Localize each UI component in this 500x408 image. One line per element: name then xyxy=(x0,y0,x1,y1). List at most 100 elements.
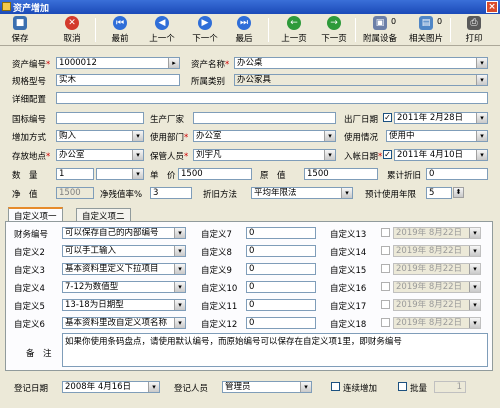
chevron-down-icon[interactable]: ▾ xyxy=(174,228,185,238)
asset-no-label: 资产编号* xyxy=(12,60,51,70)
custom-select-2[interactable]: 可以手工输入 ▾ xyxy=(62,245,186,257)
accum-input[interactable]: 0 xyxy=(426,168,488,180)
cancel-button[interactable]: ✕ 取消 xyxy=(60,16,84,44)
prev-record-button[interactable]: ◀ 上一个 xyxy=(147,16,177,44)
custom-date-15[interactable]: 2019年 8月22日 ▾ xyxy=(393,263,481,275)
custom-date-16[interactable]: 2019年 8月22日 ▾ xyxy=(393,281,481,293)
chevron-down-icon[interactable]: ▾ xyxy=(476,58,487,68)
tab-custom-2[interactable]: 自定义项二 xyxy=(76,208,131,222)
print-button[interactable]: ⎙ 打印 xyxy=(462,16,486,44)
next-page-button[interactable]: → 下一页 xyxy=(319,16,349,44)
keeper-select[interactable]: 刘宇凡 ▾ xyxy=(193,149,336,161)
first-record-button[interactable]: ⏮ 最前 xyxy=(108,16,132,44)
chevron-down-icon[interactable]: ▾ xyxy=(469,246,480,256)
chevron-down-icon[interactable]: ▾ xyxy=(132,150,143,160)
close-button[interactable]: × xyxy=(486,1,498,13)
location-label: 存放地点* xyxy=(12,152,51,162)
custom-date-13[interactable]: 2019年 8月22日 ▾ xyxy=(393,227,481,239)
location-select[interactable]: 办公室 ▾ xyxy=(56,149,144,161)
custom-select-1[interactable]: 可以保存自己的内部编号 ▾ xyxy=(62,227,186,239)
entry-date-checkbox[interactable]: ✓ xyxy=(383,150,392,159)
unit-select[interactable]: ▾ xyxy=(96,168,144,180)
continuous-add-checkbox[interactable] xyxy=(331,382,340,391)
custom-input-10[interactable]: 0 xyxy=(246,281,316,293)
custom-input-9[interactable]: 0 xyxy=(246,263,316,275)
save-button[interactable]: ■ 保存 xyxy=(8,16,32,44)
maker-input[interactable] xyxy=(193,112,336,124)
entry-date-picker[interactable]: 2011年 4月10日 ▾ xyxy=(394,149,488,161)
chevron-down-icon[interactable]: ▾ xyxy=(174,264,185,274)
custom-date-17[interactable]: 2019年 8月22日 ▾ xyxy=(393,299,481,311)
chevron-down-icon[interactable]: ▾ xyxy=(476,113,487,123)
reg-user-select[interactable]: 管理员 ▾ xyxy=(222,381,312,393)
chevron-down-icon[interactable]: ▾ xyxy=(469,228,480,238)
first-icon: ⏮ xyxy=(113,16,127,30)
prev-page-button[interactable]: ← 上一页 xyxy=(279,16,309,44)
custom-select-4[interactable]: 7-12为数值型 ▾ xyxy=(62,281,186,293)
chevron-right-icon[interactable]: ▸ xyxy=(168,58,179,68)
custom-date-checkbox-18[interactable] xyxy=(381,318,390,327)
net-input[interactable]: 1500 xyxy=(56,187,94,199)
toolbar: ■ 保存 ✕ 取消 ⏮ 最前 ◀ 上一个 ▶ 下一个 ⏭ 最后 ← 上一页 → … xyxy=(0,14,500,46)
chevron-down-icon[interactable]: ▾ xyxy=(324,150,335,160)
years-input[interactable]: 5 xyxy=(426,187,452,199)
chevron-down-icon[interactable]: ▾ xyxy=(324,131,335,141)
custom-date-checkbox-15[interactable] xyxy=(381,264,390,273)
chevron-down-icon[interactable]: ▾ xyxy=(174,318,185,328)
asset-no-input[interactable]: 1000012 ▸ xyxy=(56,57,180,69)
category-select[interactable]: 办公家具 ▾ xyxy=(234,74,488,86)
related-photos-button[interactable]: ▤ 0 相关图片 xyxy=(406,16,446,44)
custom-select-5[interactable]: 13-18为日期型 ▾ xyxy=(62,299,186,311)
chevron-down-icon[interactable]: ▾ xyxy=(341,188,352,198)
remark-textarea[interactable]: 如果你使用条码盘点，请使用默认编号，而原始编号可以保存在自定义项1里，即财务编号 xyxy=(62,333,488,367)
chevron-down-icon[interactable]: ▾ xyxy=(174,300,185,310)
custom-select-6[interactable]: 基本资料里改自定义项名称 ▾ xyxy=(62,317,186,329)
custom-input-11[interactable]: 0 xyxy=(246,299,316,311)
batch-checkbox[interactable] xyxy=(398,382,407,391)
method-select[interactable]: 平均年限法 ▾ xyxy=(251,187,353,199)
price-input[interactable]: 1500 xyxy=(178,168,252,180)
spec-input[interactable]: 实木 xyxy=(56,74,180,86)
chevron-down-icon[interactable]: ▾ xyxy=(469,318,480,328)
chevron-down-icon[interactable]: ▾ xyxy=(469,300,480,310)
mfg-date-picker[interactable]: 2011年 2月28日 ▾ xyxy=(394,112,488,124)
chevron-down-icon[interactable]: ▾ xyxy=(469,282,480,292)
chevron-down-icon[interactable]: ▾ xyxy=(300,382,311,392)
last-record-button[interactable]: ⏭ 最后 xyxy=(232,16,256,44)
qty-input[interactable]: 1 xyxy=(56,168,94,180)
next-record-button[interactable]: ▶ 下一个 xyxy=(190,16,220,44)
custom-select-3[interactable]: 基本资料里定义下拉项目 ▾ xyxy=(62,263,186,275)
dept-select[interactable]: 办公室 ▾ xyxy=(193,130,336,142)
chevron-down-icon[interactable]: ▾ xyxy=(132,131,143,141)
orig-input[interactable]: 1500 xyxy=(304,168,378,180)
custom-date-checkbox-17[interactable] xyxy=(381,300,390,309)
residual-input[interactable]: 3 xyxy=(150,187,192,199)
chevron-down-icon[interactable]: ▾ xyxy=(469,264,480,274)
years-spin-icon[interactable]: ⬍ xyxy=(453,187,464,198)
mfg-date-checkbox[interactable]: ✓ xyxy=(383,113,392,122)
custom-date-checkbox-14[interactable] xyxy=(381,246,390,255)
tab-custom-1[interactable]: 自定义项一 xyxy=(8,207,63,222)
chevron-down-icon[interactable]: ▾ xyxy=(174,282,185,292)
add-method-select[interactable]: 购入 ▾ xyxy=(56,130,144,142)
batch-count-input[interactable]: 1 xyxy=(434,381,466,393)
custom-date-checkbox-16[interactable] xyxy=(381,282,390,291)
custom-date-checkbox-13[interactable] xyxy=(381,228,390,237)
custom-input-12[interactable]: 0 xyxy=(246,317,316,329)
chevron-down-icon[interactable]: ▾ xyxy=(476,75,487,85)
detail-input[interactable] xyxy=(56,92,488,104)
chevron-down-icon[interactable]: ▾ xyxy=(132,169,143,179)
attached-devices-button[interactable]: ▣ 0 附属设备 xyxy=(360,16,400,44)
chevron-down-icon[interactable]: ▾ xyxy=(476,150,487,160)
chevron-down-icon[interactable]: ▾ xyxy=(148,382,159,392)
chevron-down-icon[interactable]: ▾ xyxy=(476,131,487,141)
usage-select[interactable]: 使用中 ▾ xyxy=(386,130,488,142)
custom-date-14[interactable]: 2019年 8月22日 ▾ xyxy=(393,245,481,257)
custom-date-18[interactable]: 2019年 8月22日 ▾ xyxy=(393,317,481,329)
custom-input-8[interactable]: 0 xyxy=(246,245,316,257)
asset-name-input[interactable]: 办公桌 ▾ xyxy=(234,57,488,69)
intl-no-input[interactable] xyxy=(56,112,144,124)
custom-input-7[interactable]: 0 xyxy=(246,227,316,239)
reg-date-picker[interactable]: 2008年 4月16日 ▾ xyxy=(62,381,160,393)
chevron-down-icon[interactable]: ▾ xyxy=(174,246,185,256)
